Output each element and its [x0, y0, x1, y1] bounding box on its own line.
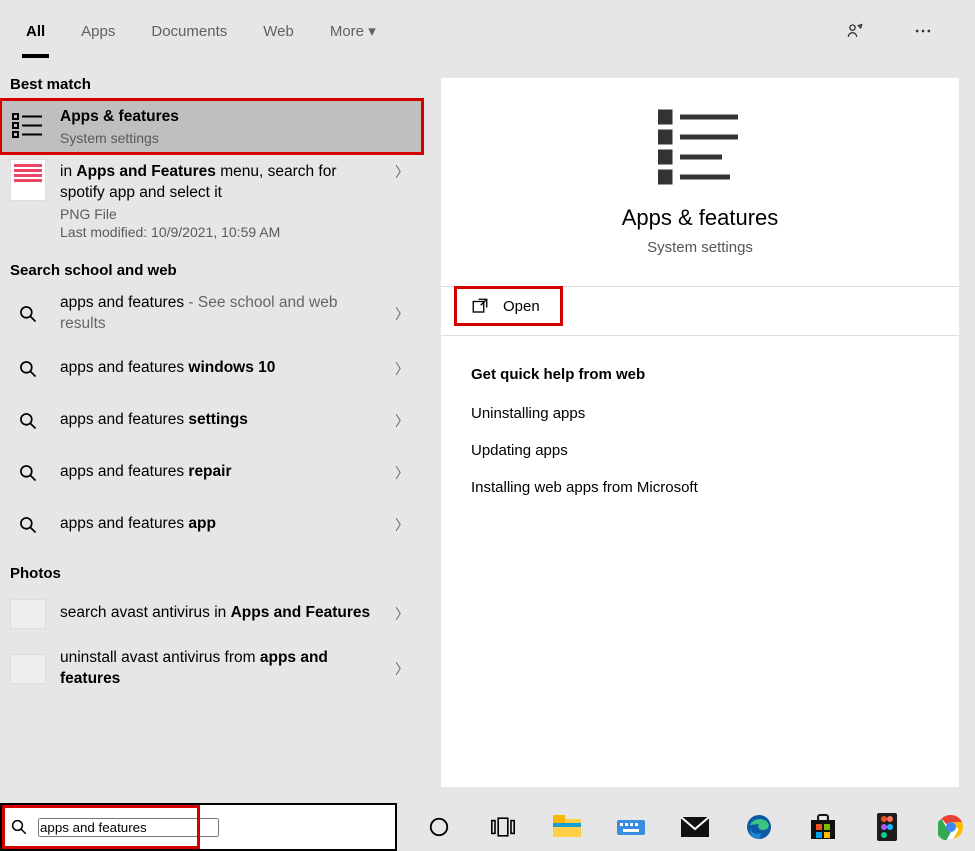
search-input[interactable]	[38, 818, 219, 837]
best-match-subtitle: System settings	[60, 130, 413, 146]
preview-subtitle: System settings	[441, 239, 959, 256]
section-photos: Photos	[0, 551, 423, 588]
filter-tab-bar: All Apps Documents Web More ▾	[0, 0, 975, 62]
caret-down-icon: ▾	[368, 23, 376, 40]
photo-thumbnail-icon	[10, 596, 46, 632]
result-png-file[interactable]: in Apps and Features menu, search for sp…	[0, 154, 423, 248]
search-icon	[10, 351, 46, 387]
chrome-icon[interactable]	[927, 803, 975, 851]
web-result-2[interactable]: apps and features settings 〉	[0, 395, 423, 447]
result-best-match-apps-features[interactable]: Apps & features System settings	[0, 99, 423, 154]
help-link-0[interactable]: Uninstalling apps	[441, 395, 959, 432]
tab-apps[interactable]: Apps	[77, 5, 119, 58]
edge-icon[interactable]	[735, 803, 783, 851]
preview-pane: Apps & features System settings Open Get…	[425, 62, 975, 803]
cortana-icon[interactable]	[415, 803, 463, 851]
file-explorer-icon[interactable]	[543, 803, 591, 851]
preview-title: Apps & features	[441, 205, 959, 231]
best-match-title: Apps & features	[60, 108, 179, 125]
chevron-right-icon: 〉	[391, 411, 413, 431]
microsoft-store-icon[interactable]	[799, 803, 847, 851]
taskbar	[0, 803, 975, 851]
section-best-match: Best match	[0, 62, 423, 99]
help-section-title: Get quick help from web	[441, 336, 959, 395]
chevron-right-icon: 〉	[391, 515, 413, 535]
tab-more[interactable]: More ▾	[326, 4, 380, 58]
keyboard-icon[interactable]	[607, 803, 655, 851]
chevron-right-icon: 〉	[391, 304, 413, 324]
more-options-icon[interactable]	[913, 21, 953, 41]
search-icon	[10, 296, 46, 332]
chevron-right-icon: 〉	[391, 604, 413, 624]
open-icon	[471, 297, 489, 315]
help-link-2[interactable]: Installing web apps from Microsoft	[441, 469, 959, 506]
tab-documents[interactable]: Documents	[147, 5, 231, 58]
section-search-web: Search school and web	[0, 248, 423, 285]
open-button[interactable]: Open	[455, 287, 562, 325]
web-result-4[interactable]: apps and features app 〉	[0, 499, 423, 551]
png-thumbnail-icon	[10, 162, 46, 198]
tab-all[interactable]: All	[22, 5, 49, 58]
feedback-icon[interactable]	[845, 21, 885, 41]
photo-result-0[interactable]: search avast antivirus in Apps and Featu…	[0, 588, 423, 640]
chevron-right-icon: 〉	[391, 162, 413, 182]
web-result-1[interactable]: apps and features windows 10 〉	[0, 343, 423, 395]
tab-web[interactable]: Web	[259, 5, 298, 58]
search-icon	[10, 455, 46, 491]
apps-features-large-icon	[658, 108, 742, 186]
photo-result-1[interactable]: uninstall avast antivirus from apps and …	[0, 640, 423, 698]
mail-icon[interactable]	[671, 803, 719, 851]
chevron-right-icon: 〉	[391, 659, 413, 679]
search-icon	[10, 818, 28, 836]
web-result-0[interactable]: apps and features - See school and web r…	[0, 285, 423, 343]
figma-icon[interactable]	[863, 803, 911, 851]
help-link-1[interactable]: Updating apps	[441, 432, 959, 469]
chevron-right-icon: 〉	[391, 463, 413, 483]
apps-features-list-icon	[10, 108, 46, 144]
results-list: Best match Apps & features System settin…	[0, 62, 425, 803]
open-label: Open	[503, 298, 540, 315]
search-icon	[10, 507, 46, 543]
web-result-3[interactable]: apps and features repair 〉	[0, 447, 423, 499]
search-box[interactable]	[0, 803, 397, 851]
chevron-right-icon: 〉	[391, 359, 413, 379]
search-icon	[10, 403, 46, 439]
task-view-icon[interactable]	[479, 803, 527, 851]
photo-thumbnail-icon	[10, 651, 46, 687]
